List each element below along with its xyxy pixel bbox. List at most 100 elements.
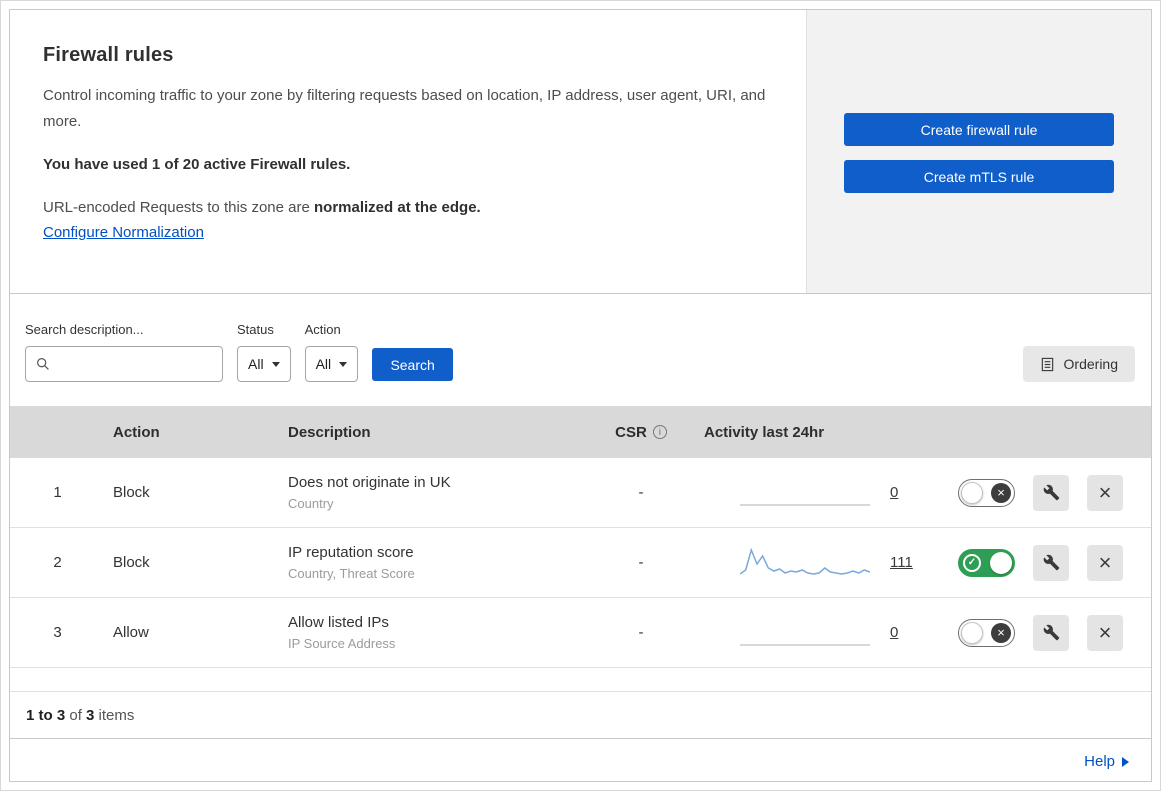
rule-description-cell: Does not originate in UK Country [280,474,586,511]
header-action: Action [113,423,160,441]
delete-rule-button[interactable]: × [1087,614,1123,651]
table-row: 3 Allow Allow listed IPs IP Source Addre… [10,598,1151,668]
page-description: Control incoming traffic to your zone by… [43,87,766,131]
help-link-label: Help [1084,753,1115,770]
status-field-group: Status All [237,322,291,382]
rule-csr: - [638,554,644,571]
toggle-knob [961,481,983,504]
rule-enabled-toggle[interactable]: ✓ × [958,618,1015,647]
normalization-text: URL-encoded Requests to this zone are [43,198,314,216]
rule-enabled-toggle[interactable]: ✓ × [958,478,1015,507]
rule-fields: IP Source Address [288,636,396,651]
edit-rule-button[interactable] [1033,474,1069,511]
rule-description: Allow listed IPs [288,614,389,631]
items-of-text: of [65,706,87,724]
delete-rule-button[interactable]: × [1087,474,1123,511]
activity-sparkline [740,613,870,653]
x-icon: × [991,622,1011,643]
info-icon[interactable]: i [652,425,667,439]
rule-description: IP reputation score [288,544,414,561]
rule-action: Block [113,554,150,571]
x-icon: × [991,482,1011,503]
rule-controls: ✓ × × [921,474,1151,511]
rule-priority: 3 [53,624,62,641]
close-icon: × [1098,479,1112,505]
table-bottom-spacer [10,668,1151,692]
chevron-down-icon [271,361,280,367]
rule-action: Block [113,484,150,501]
chevron-down-icon [339,361,348,367]
rule-priority: 2 [53,554,62,571]
page-title: Firewall rules [43,44,174,66]
rule-controls: ✓ × × [921,614,1151,651]
create-mtls-rule-button[interactable]: Create mTLS rule [844,160,1114,193]
search-input[interactable] [57,356,212,372]
activity-sparkline [740,473,870,513]
edit-rule-button[interactable] [1033,614,1069,651]
header-description: Description [288,423,371,441]
rule-description: Does not originate in UK [288,474,451,491]
activity-count-link[interactable]: 0 [890,624,898,641]
rule-description-cell: Allow listed IPs IP Source Address [280,614,586,651]
search-box[interactable] [25,346,223,382]
toggle-knob [990,551,1012,574]
help-link[interactable]: Help [1084,753,1129,770]
activity-count-link[interactable]: 111 [890,554,913,571]
wrench-icon [1043,484,1059,501]
action-select-value: All [315,356,332,372]
table-row: 2 Block IP reputation score Country, Thr… [10,528,1151,598]
ordering-icon [1041,357,1053,371]
actions-panel: Create firewall rule Create mTLS rule [806,10,1151,293]
table-row: 1 Block Does not originate in UK Country… [10,458,1151,528]
rule-csr: - [638,624,644,641]
rule-activity-cell: 0 [696,613,921,653]
table-header-row: Action Description CSR i Activity last 24… [10,406,1151,458]
ordering-button-label: Ordering [1063,356,1118,372]
rule-action: Allow [113,624,149,641]
wrench-icon [1043,554,1059,571]
status-select-value: All [248,356,264,372]
create-firewall-rule-button[interactable]: Create firewall rule [844,113,1114,146]
items-label: items [94,706,135,724]
header-text-area: Firewall rules Control incoming traffic … [10,10,806,293]
search-button[interactable]: Search [372,348,454,381]
action-label: Action [304,322,341,337]
rule-enabled-toggle[interactable]: ✓ × [958,548,1015,577]
normalization-bold-text: normalized at the edge. [314,198,481,216]
toggle-knob [961,621,983,644]
rule-activity-cell: 111 [696,543,921,583]
search-label: Search description... [25,322,144,337]
action-select[interactable]: All [304,346,359,382]
firewall-rules-card: Firewall rules Control incoming traffic … [9,9,1152,782]
status-select[interactable]: All [237,346,291,382]
close-icon: × [1098,619,1112,645]
search-icon [37,358,49,370]
activity-count-link[interactable]: 0 [890,484,898,501]
help-bar: Help [10,738,1151,781]
edit-rule-button[interactable] [1033,544,1069,581]
activity-sparkline [739,543,871,583]
check-icon: ✓ [963,553,981,572]
rule-csr: - [638,484,644,501]
close-icon: × [1098,549,1112,575]
ordering-button[interactable]: Ordering [1022,346,1135,382]
rule-activity-cell: 0 [696,473,921,513]
filters-bar: Search description... Status All Action … [10,294,1151,406]
rule-fields: Country [288,496,334,511]
rule-description-cell: IP reputation score Country, Threat Scor… [280,544,586,581]
pagination-summary: 1 to 3 of 3 items [10,692,1151,738]
rule-fields: Country, Threat Score [288,566,415,581]
search-field-group: Search description... [25,322,223,382]
header-csr-label: CSR [615,423,647,441]
normalization-note: URL-encoded Requests to this zone are no… [43,199,766,216]
page: Firewall rules Control incoming traffic … [0,0,1161,791]
usage-note: You have used 1 of 20 active Firewall ru… [43,155,351,173]
items-range: 1 to 3 [26,706,66,724]
rule-priority: 1 [53,484,62,501]
delete-rule-button[interactable]: × [1087,544,1123,581]
action-field-group: Action All [304,322,359,382]
header-activity: Activity last 24hr [704,423,825,441]
wrench-icon [1043,624,1059,641]
configure-normalization-link[interactable]: Configure Normalization [43,224,204,241]
header-section: Firewall rules Control incoming traffic … [10,10,1151,294]
